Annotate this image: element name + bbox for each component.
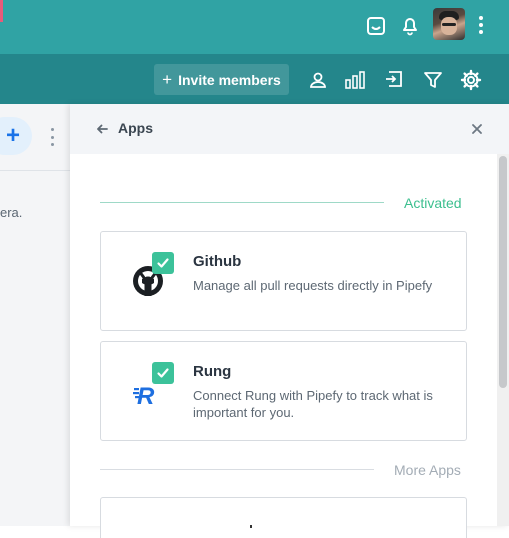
activated-divider: [100, 202, 384, 203]
page-title: Apps: [118, 120, 153, 136]
apps-panel: Apps Activated Github Manage all pull re…: [70, 104, 509, 538]
top-bar: [0, 0, 509, 54]
user-avatar[interactable]: [433, 8, 465, 40]
add-button-label: +: [5, 122, 20, 149]
activated-check-icon: [152, 362, 174, 384]
bar-chart-icon[interactable]: [343, 68, 367, 92]
left-column: [0, 104, 70, 526]
app-card-github[interactable]: Github Manage all pull requests directly…: [100, 231, 467, 331]
app-name: Github: [193, 253, 242, 270]
close-icon[interactable]: [468, 120, 486, 138]
filter-icon[interactable]: [421, 68, 445, 92]
plus-icon: +: [162, 69, 173, 89]
invite-members-button[interactable]: + Invite members: [154, 64, 289, 95]
scrollbar-thumb[interactable]: [499, 156, 507, 388]
apps-panel-header: Apps: [70, 104, 509, 154]
bell-icon[interactable]: [398, 13, 422, 37]
activated-label: Activated: [404, 195, 462, 211]
app-name: Rung: [193, 363, 232, 380]
more-apps-label: More Apps: [394, 462, 461, 478]
app-card-rung[interactable]: R Rung Connect Rung with Pipefy to track…: [100, 341, 467, 441]
inbox-icon[interactable]: [364, 14, 388, 38]
more-apps-divider: [100, 469, 374, 470]
divider: [0, 170, 70, 171]
app-card-partial[interactable]: [100, 497, 467, 538]
column-text-fragment: era.: [0, 205, 23, 220]
gear-icon[interactable]: [459, 68, 483, 92]
svg-text:R: R: [137, 383, 155, 408]
kebab-menu-icon[interactable]: [476, 14, 486, 36]
back-arrow-icon[interactable]: [94, 121, 110, 137]
person-icon[interactable]: [306, 68, 330, 92]
activated-check-icon: [152, 252, 174, 274]
app-logo-fragment: [250, 525, 252, 528]
invite-members-label: Invite members: [178, 71, 281, 88]
import-icon[interactable]: [382, 67, 406, 91]
app-description: Connect Rung with Pipefy to track what i…: [193, 388, 433, 420]
app-edge-marker: [0, 0, 3, 22]
column-menu-icon[interactable]: [49, 128, 55, 146]
app-description: Manage all pull requests directly in Pip…: [193, 278, 433, 293]
